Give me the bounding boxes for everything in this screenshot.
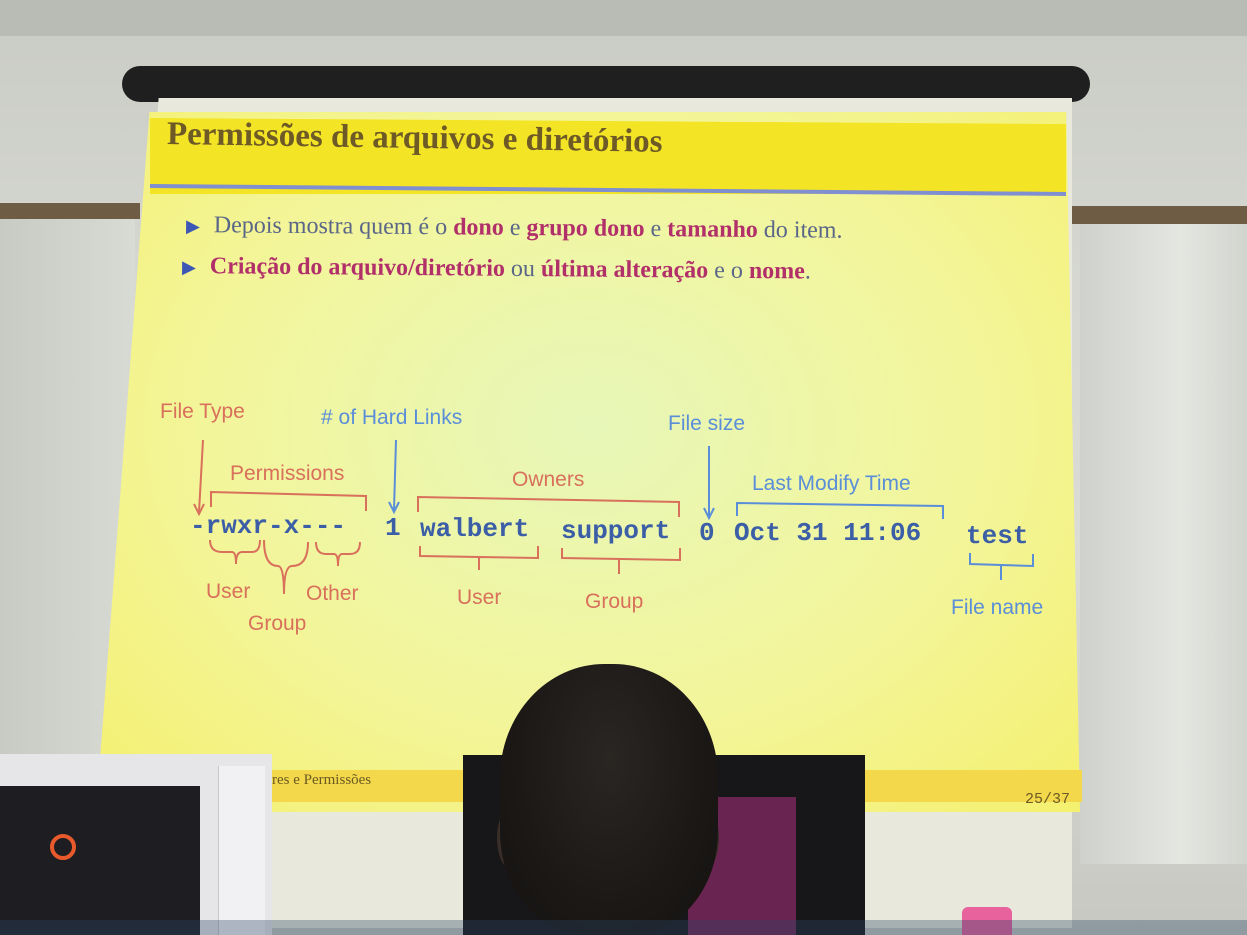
ubuntu-logo-icon — [50, 834, 76, 860]
hard-links-arrow — [393, 439, 397, 511]
left-monitor-window — [218, 766, 265, 935]
footer-section-title: res e Permissões — [272, 772, 372, 788]
left-monitor — [0, 754, 272, 935]
permissions-bracket — [210, 490, 367, 511]
left-monitor-screen — [0, 786, 200, 935]
user-perm-bracket — [209, 539, 261, 565]
slide-page-number: 25/37 — [1025, 791, 1071, 808]
other-perm-bracket — [315, 541, 361, 567]
owner-user-bracket — [419, 546, 539, 570]
file-name-bracket — [969, 553, 1034, 580]
group-perm-bracket — [263, 539, 309, 595]
owner-group-bracket — [561, 548, 681, 574]
owners-bracket — [417, 495, 680, 517]
last-modify-bracket — [736, 501, 944, 519]
file-type-arrow — [198, 439, 204, 513]
desk-edge — [0, 920, 1247, 935]
person-head — [500, 664, 718, 935]
